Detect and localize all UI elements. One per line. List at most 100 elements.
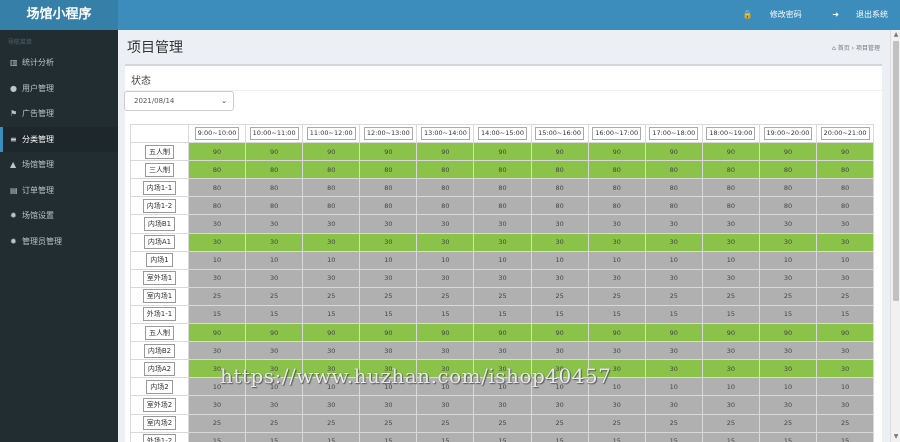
price-cell[interactable]: 30 <box>587 268 646 288</box>
price-cell[interactable]: 30 <box>644 214 703 234</box>
venue-name-button[interactable]: 外场1-1 <box>142 307 177 322</box>
price-cell[interactable]: 80 <box>644 196 703 216</box>
price-cell[interactable]: 15 <box>587 431 646 442</box>
price-cell[interactable]: 90 <box>187 142 247 162</box>
price-cell[interactable]: 80 <box>587 160 646 180</box>
sidebar-item[interactable]: ≡ 分类管理 <box>0 126 118 152</box>
price-cell[interactable]: 30 <box>359 395 418 415</box>
price-cell[interactable]: 15 <box>473 431 532 442</box>
price-cell[interactable]: 15 <box>302 304 361 325</box>
price-cell[interactable]: 10 <box>530 250 589 270</box>
price-cell[interactable]: 80 <box>187 178 247 198</box>
price-cell[interactable]: 90 <box>245 142 304 162</box>
price-cell[interactable]: 30 <box>187 268 247 288</box>
price-cell[interactable]: 10 <box>701 250 760 270</box>
price-cell[interactable]: 30 <box>758 268 818 288</box>
venue-name-button[interactable]: 三人制 <box>145 162 174 177</box>
price-cell[interactable]: 30 <box>644 341 703 361</box>
price-cell[interactable]: 30 <box>701 359 760 379</box>
price-cell[interactable]: 80 <box>758 196 818 216</box>
price-cell[interactable]: 30 <box>758 214 818 234</box>
price-cell[interactable]: 90 <box>758 323 818 343</box>
price-cell[interactable]: 30 <box>758 359 818 379</box>
price-cell[interactable]: 25 <box>758 286 818 306</box>
price-cell[interactable]: 80 <box>816 160 875 180</box>
venue-name-button[interactable]: 内场1-2 <box>142 198 177 213</box>
price-cell[interactable]: 30 <box>187 232 247 252</box>
price-cell[interactable]: 30 <box>473 395 532 415</box>
price-cell[interactable]: 30 <box>245 232 304 252</box>
sidebar-item[interactable]: ▲ 场馆管理 <box>0 152 118 178</box>
price-cell[interactable]: 30 <box>587 232 646 252</box>
price-cell[interactable]: 25 <box>473 413 532 433</box>
price-cell[interactable]: 10 <box>416 250 475 270</box>
breadcrumb-home[interactable]: 首页 <box>838 45 850 52</box>
price-cell[interactable]: 25 <box>816 286 875 306</box>
price-cell[interactable]: 25 <box>359 286 418 306</box>
scrollbar[interactable]: ▲ ▼ <box>890 30 900 442</box>
price-cell[interactable]: 90 <box>587 142 646 162</box>
venue-name-button[interactable]: 外场1-2 <box>142 434 177 442</box>
price-cell[interactable]: 15 <box>758 304 818 325</box>
change-password-link[interactable]: 🔒 修改密码 <box>729 10 802 19</box>
price-cell[interactable]: 25 <box>302 413 361 433</box>
price-cell[interactable]: 90 <box>302 142 361 162</box>
price-cell[interactable]: 80 <box>644 178 703 198</box>
price-cell[interactable]: 25 <box>416 413 475 433</box>
price-cell[interactable]: 30 <box>816 341 875 361</box>
price-cell[interactable]: 15 <box>187 431 247 442</box>
price-cell[interactable]: 15 <box>187 304 247 325</box>
price-cell[interactable]: 15 <box>587 304 646 325</box>
price-cell[interactable]: 10 <box>245 250 304 270</box>
price-cell[interactable]: 80 <box>187 196 247 216</box>
price-cell[interactable]: 30 <box>359 341 418 361</box>
price-cell[interactable]: 25 <box>816 413 875 433</box>
price-cell[interactable]: 30 <box>701 232 760 252</box>
price-cell[interactable]: 10 <box>587 250 646 270</box>
price-cell[interactable]: 30 <box>359 232 418 252</box>
price-cell[interactable]: 90 <box>245 323 304 343</box>
venue-name-button[interactable]: 内场B1 <box>143 217 176 232</box>
price-cell[interactable]: 80 <box>359 178 418 198</box>
price-cell[interactable]: 80 <box>701 196 760 216</box>
price-cell[interactable]: 10 <box>302 250 361 270</box>
price-cell[interactable]: 30 <box>302 268 361 288</box>
price-cell[interactable]: 15 <box>530 304 589 325</box>
price-cell[interactable]: 10 <box>816 377 875 397</box>
price-cell[interactable]: 15 <box>473 304 532 325</box>
price-cell[interactable]: 90 <box>644 323 703 343</box>
price-cell[interactable]: 30 <box>701 395 760 415</box>
price-cell[interactable]: 80 <box>587 178 646 198</box>
venue-name-button[interactable]: 室内场2 <box>142 416 177 431</box>
price-cell[interactable]: 90 <box>701 323 760 343</box>
logout-link[interactable]: ➜ 退出系统 <box>818 10 888 19</box>
scroll-down-icon[interactable]: ▼ <box>891 432 900 442</box>
price-cell[interactable]: 15 <box>302 431 361 442</box>
app-logo[interactable]: 场馆小程序 <box>0 0 118 30</box>
scroll-thumb[interactable] <box>893 41 899 301</box>
price-cell[interactable]: 25 <box>644 413 703 433</box>
price-cell[interactable]: 30 <box>644 395 703 415</box>
price-cell[interactable]: 30 <box>473 214 532 234</box>
price-cell[interactable]: 15 <box>359 431 418 442</box>
scroll-up-icon[interactable]: ▲ <box>891 30 900 40</box>
price-cell[interactable]: 25 <box>245 286 304 306</box>
price-cell[interactable]: 25 <box>187 286 247 306</box>
price-cell[interactable]: 10 <box>816 250 875 270</box>
price-cell[interactable]: 30 <box>758 341 818 361</box>
price-cell[interactable]: 15 <box>416 431 475 442</box>
price-cell[interactable]: 30 <box>587 395 646 415</box>
price-cell[interactable]: 10 <box>473 250 532 270</box>
price-cell[interactable]: 90 <box>473 142 532 162</box>
price-cell[interactable]: 15 <box>245 431 304 442</box>
price-cell[interactable]: 80 <box>416 196 475 216</box>
price-cell[interactable]: 30 <box>701 341 760 361</box>
price-cell[interactable]: 30 <box>587 341 646 361</box>
price-cell[interactable]: 30 <box>187 395 247 415</box>
price-cell[interactable]: 25 <box>530 286 589 306</box>
price-cell[interactable]: 25 <box>473 286 532 306</box>
price-cell[interactable]: 80 <box>473 196 532 216</box>
price-cell[interactable]: 80 <box>359 160 418 180</box>
price-cell[interactable]: 15 <box>644 431 703 442</box>
price-cell[interactable]: 80 <box>473 178 532 198</box>
